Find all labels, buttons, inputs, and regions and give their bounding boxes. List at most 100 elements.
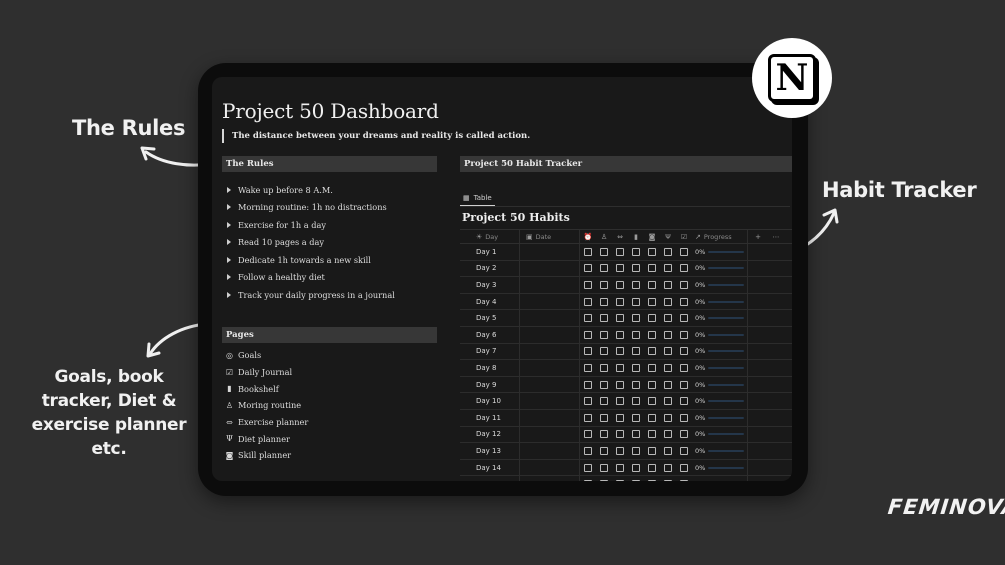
habit-checkbox[interactable]	[664, 430, 672, 439]
habit-checkbox[interactable]	[680, 430, 688, 439]
cell-date[interactable]	[520, 360, 580, 376]
cell-habit[interactable]	[596, 277, 612, 293]
cell-habit[interactable]	[612, 427, 628, 443]
cell-habit[interactable]	[676, 277, 692, 293]
page-link-skill-planner[interactable]: ◙ Skill planner	[222, 447, 437, 464]
cell-habit[interactable]	[676, 377, 692, 393]
cell-habit[interactable]	[596, 460, 612, 476]
habit-checkbox[interactable]	[600, 480, 608, 481]
cell-habit[interactable]	[644, 327, 660, 343]
cell-day[interactable]: Day 1	[460, 244, 520, 260]
page-link-goals[interactable]: ◎ Goals	[222, 347, 437, 364]
cell-habit[interactable]	[580, 261, 596, 277]
habit-checkbox[interactable]	[648, 264, 656, 273]
habit-checkbox[interactable]	[632, 330, 640, 339]
cell-habit[interactable]	[580, 344, 596, 360]
habit-checkbox[interactable]	[632, 446, 640, 455]
cell-habit[interactable]	[596, 427, 612, 443]
table-row[interactable]: Day 11 0%	[460, 409, 792, 427]
habit-checkbox[interactable]	[600, 463, 608, 472]
habit-checkbox[interactable]	[664, 297, 672, 306]
habit-checkbox[interactable]	[616, 480, 624, 481]
habit-checkbox[interactable]	[680, 463, 688, 472]
cell-habit[interactable]	[612, 310, 628, 326]
habit-checkbox[interactable]	[616, 397, 624, 406]
table-row[interactable]: Day 8 0%	[460, 360, 792, 377]
habit-checkbox[interactable]	[680, 247, 688, 256]
cell-day[interactable]: Day 9	[460, 376, 520, 393]
habit-checkbox[interactable]	[584, 347, 592, 356]
habit-checkbox[interactable]	[664, 463, 672, 472]
cell-habit[interactable]	[628, 460, 644, 476]
cell-habit[interactable]	[628, 410, 644, 426]
habit-checkbox[interactable]	[680, 314, 688, 323]
cell-habit[interactable]	[660, 244, 676, 260]
habit-checkbox[interactable]	[632, 297, 640, 306]
habit-checkbox[interactable]	[600, 363, 608, 372]
habit-checkbox[interactable]	[648, 430, 656, 439]
cell-day[interactable]: Day 11	[460, 409, 520, 426]
habit-checkbox[interactable]	[584, 247, 592, 256]
cell-day[interactable]: Day 7	[460, 343, 520, 360]
column-habit-diet[interactable]: Ψ	[660, 230, 676, 243]
habit-checkbox[interactable]	[584, 413, 592, 422]
cell-day[interactable]: Day 12	[460, 426, 520, 443]
habit-checkbox[interactable]	[616, 280, 624, 289]
column-habit-exercise[interactable]: ⇔	[612, 230, 628, 243]
cell-habit[interactable]	[580, 244, 596, 260]
habit-checkbox[interactable]	[648, 297, 656, 306]
cell-habit[interactable]	[660, 393, 676, 409]
cell-habit[interactable]	[660, 377, 676, 393]
cell-date[interactable]	[520, 310, 580, 326]
habit-checkbox[interactable]	[664, 397, 672, 406]
habit-checkbox[interactable]	[664, 347, 672, 356]
column-habit-read[interactable]: ▮	[628, 230, 644, 243]
habit-checkbox[interactable]	[584, 397, 592, 406]
habit-checkbox[interactable]	[600, 247, 608, 256]
habit-checkbox[interactable]	[664, 363, 672, 372]
cell-day[interactable]: Day 6	[460, 326, 520, 343]
habit-checkbox[interactable]	[616, 430, 624, 439]
cell-habit[interactable]	[660, 344, 676, 360]
toggle-triangle-icon[interactable]	[227, 186, 231, 193]
cell-habit[interactable]	[612, 377, 628, 393]
rule-toggle[interactable]: Track your daily progress in a journal	[222, 286, 437, 304]
rule-toggle[interactable]: Follow a healthy diet	[222, 269, 437, 287]
cell-day[interactable]: Day 10	[460, 393, 520, 409]
habit-checkbox[interactable]	[584, 314, 592, 323]
habit-checkbox[interactable]	[648, 413, 656, 422]
cell-habit[interactable]	[660, 410, 676, 426]
cell-date[interactable]	[520, 393, 580, 409]
cell-habit[interactable]	[628, 344, 644, 360]
habit-checkbox[interactable]	[680, 347, 688, 356]
cell-habit[interactable]	[628, 377, 644, 393]
cell-habit[interactable]	[580, 476, 596, 481]
cell-habit[interactable]	[596, 360, 612, 376]
habit-checkbox[interactable]	[632, 480, 640, 481]
column-date[interactable]: ▣ Date	[520, 230, 580, 243]
cell-day[interactable]: Day 3	[460, 277, 520, 293]
table-row[interactable]: Day 12 0%	[460, 426, 792, 444]
cell-habit[interactable]	[612, 261, 628, 277]
habit-checkbox[interactable]	[680, 264, 688, 273]
habit-checkbox[interactable]	[600, 380, 608, 389]
habit-checkbox[interactable]	[648, 330, 656, 339]
cell-habit[interactable]	[596, 310, 612, 326]
habit-checkbox[interactable]	[632, 430, 640, 439]
cell-habit[interactable]	[644, 476, 660, 481]
habit-checkbox[interactable]	[664, 380, 672, 389]
cell-habit[interactable]	[580, 327, 596, 343]
table-row[interactable]: Day 9 0%	[460, 376, 792, 394]
cell-habit[interactable]	[596, 476, 612, 481]
cell-habit[interactable]	[660, 294, 676, 310]
habit-checkbox[interactable]	[600, 446, 608, 455]
habit-checkbox[interactable]	[584, 280, 592, 289]
table-row[interactable]: Day 15 0%	[460, 476, 792, 481]
habit-checkbox[interactable]	[648, 314, 656, 323]
habit-checkbox[interactable]	[648, 363, 656, 372]
habit-checkbox[interactable]	[632, 463, 640, 472]
cell-habit[interactable]	[596, 377, 612, 393]
page-link-diet-planner[interactable]: Ψ Diet planner	[222, 430, 437, 447]
column-habit-wake[interactable]: ⏰	[580, 230, 596, 243]
cell-date[interactable]	[520, 426, 580, 443]
